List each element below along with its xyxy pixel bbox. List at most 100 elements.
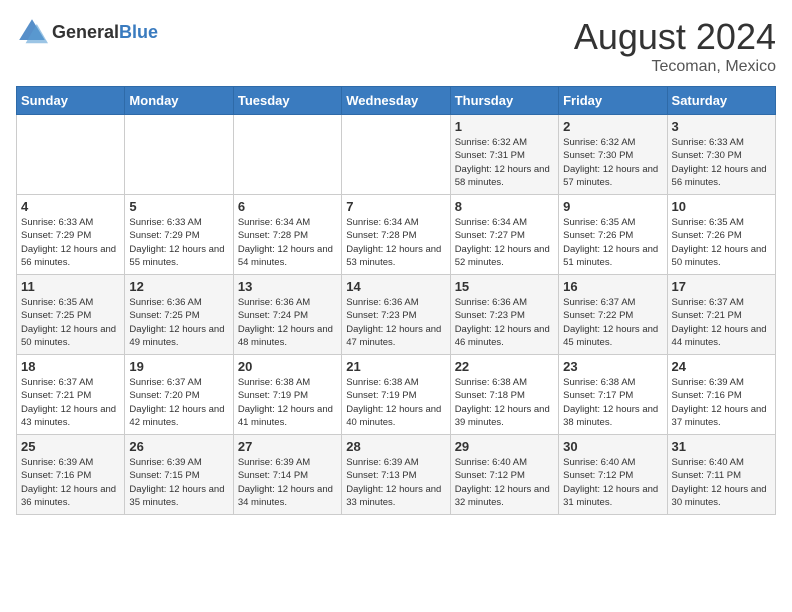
day-cell: 31 Sunrise: 6:40 AM Sunset: 7:11 PM Dayli…: [667, 435, 775, 515]
day-info: Sunrise: 6:33 AM Sunset: 7:30 PM Dayligh…: [672, 136, 771, 189]
day-info: Sunrise: 6:33 AM Sunset: 7:29 PM Dayligh…: [21, 216, 120, 269]
day-cell: 16 Sunrise: 6:37 AM Sunset: 7:22 PM Dayli…: [559, 275, 667, 355]
day-cell: 19Sunrise: 6:37 AM Sunset: 7:20 PM Dayli…: [125, 355, 233, 435]
day-info: Sunrise: 6:36 AM Sunset: 7:25 PM Dayligh…: [129, 296, 228, 349]
day-info: Sunrise: 6:37 AM Sunset: 7:22 PM Dayligh…: [563, 296, 662, 349]
day-cell: 9Sunrise: 6:35 AM Sunset: 7:26 PM Daylig…: [559, 195, 667, 275]
day-cell: 10 Sunrise: 6:35 AM Sunset: 7:26 PM Dayli…: [667, 195, 775, 275]
day-number: 24: [672, 359, 771, 374]
day-cell: 8Sunrise: 6:34 AM Sunset: 7:27 PM Daylig…: [450, 195, 558, 275]
day-header-sunday: Sunday: [17, 87, 125, 115]
month-title: August 2024: [574, 16, 776, 58]
day-number: 1: [455, 119, 554, 134]
day-number: 4: [21, 199, 120, 214]
day-header-friday: Friday: [559, 87, 667, 115]
day-info: Sunrise: 6:33 AM Sunset: 7:29 PM Dayligh…: [129, 216, 228, 269]
day-number: 22: [455, 359, 554, 374]
day-info: Sunrise: 6:34 AM Sunset: 7:28 PM Dayligh…: [238, 216, 337, 269]
day-cell: [233, 115, 341, 195]
day-cell: [17, 115, 125, 195]
day-info: Sunrise: 6:40 AM Sunset: 7:12 PM Dayligh…: [455, 456, 554, 509]
day-number: 7: [346, 199, 445, 214]
day-info: Sunrise: 6:39 AM Sunset: 7:16 PM Dayligh…: [672, 376, 771, 429]
day-cell: 29Sunrise: 6:40 AM Sunset: 7:12 PM Dayli…: [450, 435, 558, 515]
day-number: 3: [672, 119, 771, 134]
day-header-tuesday: Tuesday: [233, 87, 341, 115]
day-info: Sunrise: 6:35 AM Sunset: 7:26 PM Dayligh…: [672, 216, 771, 269]
day-cell: 14 Sunrise: 6:36 AM Sunset: 7:23 PM Dayli…: [342, 275, 450, 355]
day-info: Sunrise: 6:37 AM Sunset: 7:21 PM Dayligh…: [672, 296, 771, 349]
day-info: Sunrise: 6:38 AM Sunset: 7:19 PM Dayligh…: [238, 376, 337, 429]
day-header-wednesday: Wednesday: [342, 87, 450, 115]
day-number: 21: [346, 359, 445, 374]
week-row-5: 25Sunrise: 6:39 AM Sunset: 7:16 PM Dayli…: [17, 435, 776, 515]
day-cell: 27 Sunrise: 6:39 AM Sunset: 7:14 PM Dayli…: [233, 435, 341, 515]
day-info: Sunrise: 6:36 AM Sunset: 7:24 PM Dayligh…: [238, 296, 337, 349]
calendar-table: SundayMondayTuesdayWednesdayThursdayFrid…: [16, 86, 776, 515]
day-header-monday: Monday: [125, 87, 233, 115]
day-cell: 24 Sunrise: 6:39 AM Sunset: 7:16 PM Dayli…: [667, 355, 775, 435]
day-info: Sunrise: 6:39 AM Sunset: 7:14 PM Dayligh…: [238, 456, 337, 509]
week-row-1: 1 Sunrise: 6:32 AM Sunset: 7:31 PM Daylig…: [17, 115, 776, 195]
day-info: Sunrise: 6:34 AM Sunset: 7:27 PM Dayligh…: [455, 216, 554, 269]
week-row-3: 11Sunrise: 6:35 AM Sunset: 7:25 PM Dayli…: [17, 275, 776, 355]
day-number: 14: [346, 279, 445, 294]
day-number: 2: [563, 119, 662, 134]
day-number: 27: [238, 439, 337, 454]
week-row-4: 18Sunrise: 6:37 AM Sunset: 7:21 PM Dayli…: [17, 355, 776, 435]
day-cell: 18Sunrise: 6:37 AM Sunset: 7:21 PM Dayli…: [17, 355, 125, 435]
logo-blue: Blue: [119, 22, 158, 42]
day-cell: 13Sunrise: 6:36 AM Sunset: 7:24 PM Dayli…: [233, 275, 341, 355]
logo-general: General: [52, 22, 119, 42]
day-cell: 26Sunrise: 6:39 AM Sunset: 7:15 PM Dayli…: [125, 435, 233, 515]
day-cell: 22Sunrise: 6:38 AM Sunset: 7:18 PM Dayli…: [450, 355, 558, 435]
day-cell: 12 Sunrise: 6:36 AM Sunset: 7:25 PM Dayli…: [125, 275, 233, 355]
day-info: Sunrise: 6:32 AM Sunset: 7:30 PM Dayligh…: [563, 136, 662, 189]
location-title: Tecoman, Mexico: [574, 58, 776, 76]
day-number: 6: [238, 199, 337, 214]
day-number: 31: [672, 439, 771, 454]
day-cell: 28 Sunrise: 6:39 AM Sunset: 7:13 PM Dayli…: [342, 435, 450, 515]
day-number: 10: [672, 199, 771, 214]
title-block: August 2024 Tecoman, Mexico: [574, 16, 776, 76]
week-row-2: 4 Sunrise: 6:33 AM Sunset: 7:29 PM Daylig…: [17, 195, 776, 275]
day-number: 5: [129, 199, 228, 214]
logo: GeneralBlue: [16, 16, 158, 48]
day-header-thursday: Thursday: [450, 87, 558, 115]
day-info: Sunrise: 6:38 AM Sunset: 7:17 PM Dayligh…: [563, 376, 662, 429]
day-cell: [125, 115, 233, 195]
page-header: GeneralBlue August 2024 Tecoman, Mexico: [16, 16, 776, 76]
day-info: Sunrise: 6:37 AM Sunset: 7:21 PM Dayligh…: [21, 376, 120, 429]
days-header-row: SundayMondayTuesdayWednesdayThursdayFrid…: [17, 87, 776, 115]
day-number: 16: [563, 279, 662, 294]
day-info: Sunrise: 6:34 AM Sunset: 7:28 PM Dayligh…: [346, 216, 445, 269]
day-number: 11: [21, 279, 120, 294]
day-cell: 17Sunrise: 6:37 AM Sunset: 7:21 PM Dayli…: [667, 275, 775, 355]
day-number: 12: [129, 279, 228, 294]
day-number: 30: [563, 439, 662, 454]
day-info: Sunrise: 6:38 AM Sunset: 7:19 PM Dayligh…: [346, 376, 445, 429]
day-number: 23: [563, 359, 662, 374]
day-cell: 7 Sunrise: 6:34 AM Sunset: 7:28 PM Daylig…: [342, 195, 450, 275]
day-info: Sunrise: 6:40 AM Sunset: 7:11 PM Dayligh…: [672, 456, 771, 509]
day-number: 15: [455, 279, 554, 294]
day-info: Sunrise: 6:39 AM Sunset: 7:13 PM Dayligh…: [346, 456, 445, 509]
day-info: Sunrise: 6:36 AM Sunset: 7:23 PM Dayligh…: [346, 296, 445, 349]
day-cell: 4 Sunrise: 6:33 AM Sunset: 7:29 PM Daylig…: [17, 195, 125, 275]
day-info: Sunrise: 6:36 AM Sunset: 7:23 PM Dayligh…: [455, 296, 554, 349]
day-info: Sunrise: 6:37 AM Sunset: 7:20 PM Dayligh…: [129, 376, 228, 429]
day-info: Sunrise: 6:35 AM Sunset: 7:26 PM Dayligh…: [563, 216, 662, 269]
day-number: 26: [129, 439, 228, 454]
day-cell: 2 Sunrise: 6:32 AM Sunset: 7:30 PM Daylig…: [559, 115, 667, 195]
day-info: Sunrise: 6:32 AM Sunset: 7:31 PM Dayligh…: [455, 136, 554, 189]
day-cell: 1 Sunrise: 6:32 AM Sunset: 7:31 PM Daylig…: [450, 115, 558, 195]
day-cell: 6 Sunrise: 6:34 AM Sunset: 7:28 PM Daylig…: [233, 195, 341, 275]
day-cell: 23 Sunrise: 6:38 AM Sunset: 7:17 PM Dayli…: [559, 355, 667, 435]
day-cell: 3 Sunrise: 6:33 AM Sunset: 7:30 PM Daylig…: [667, 115, 775, 195]
day-info: Sunrise: 6:39 AM Sunset: 7:16 PM Dayligh…: [21, 456, 120, 509]
day-cell: 30 Sunrise: 6:40 AM Sunset: 7:12 PM Dayli…: [559, 435, 667, 515]
day-cell: 20Sunrise: 6:38 AM Sunset: 7:19 PM Dayli…: [233, 355, 341, 435]
day-info: Sunrise: 6:40 AM Sunset: 7:12 PM Dayligh…: [563, 456, 662, 509]
day-cell: 11Sunrise: 6:35 AM Sunset: 7:25 PM Dayli…: [17, 275, 125, 355]
day-number: 28: [346, 439, 445, 454]
